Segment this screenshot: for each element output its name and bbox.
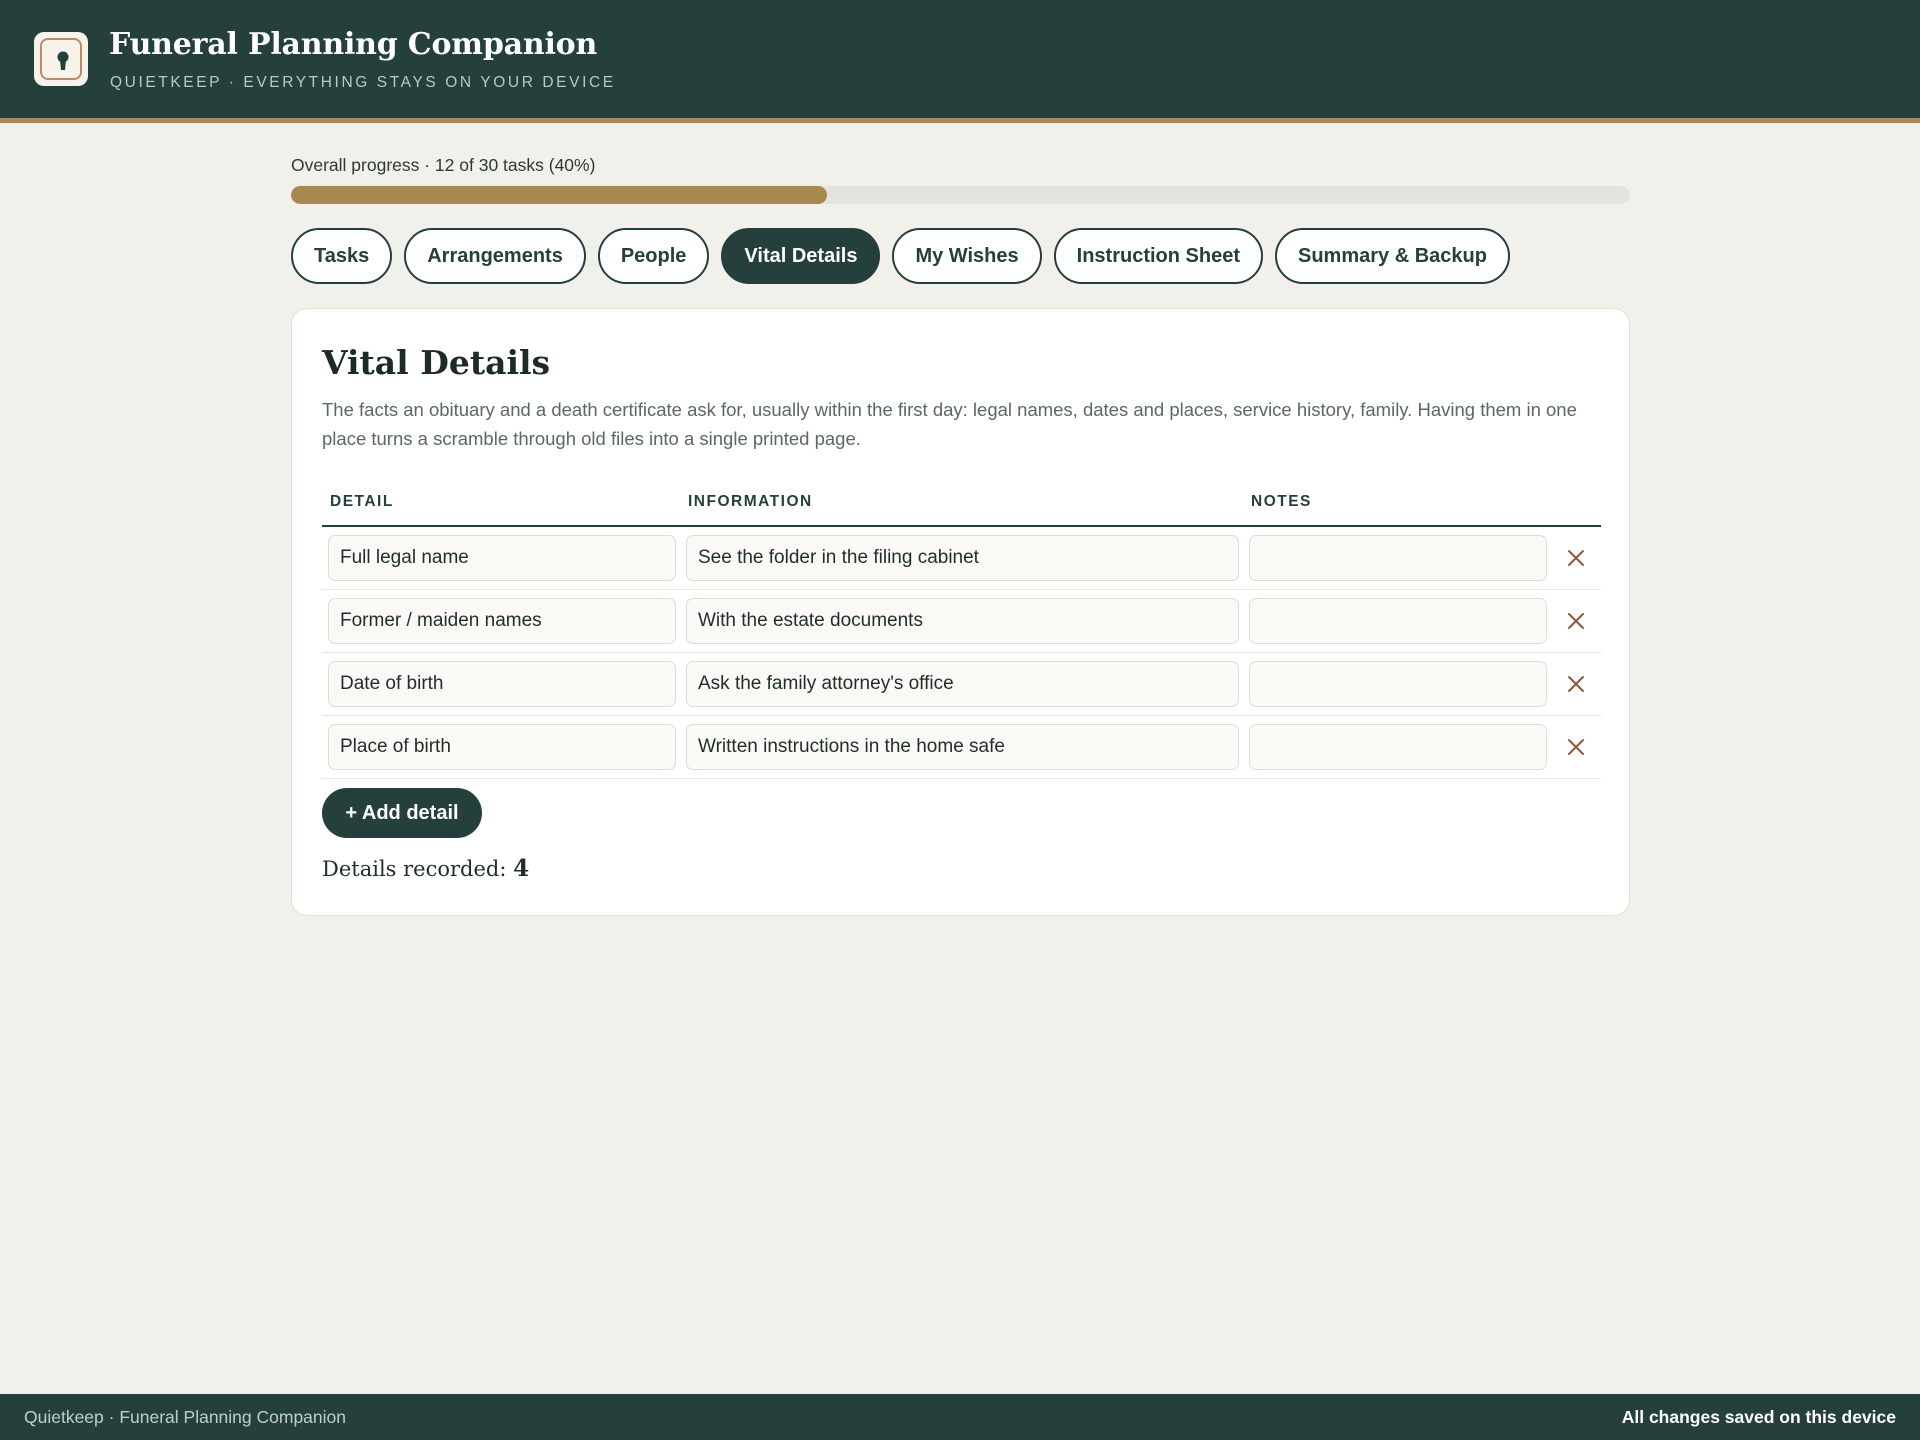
table-row: Former / maiden names With the estate do… [322,590,1601,653]
app-subtitle: QUIETKEEP · EVERYTHING STAYS ON YOUR DEV… [110,74,616,91]
details-count: Details recorded: 4 [322,855,529,882]
tab-people[interactable]: People [597,228,710,284]
information-input[interactable]: With the estate documents [686,598,1239,644]
table-header: DETAIL INFORMATION NOTES [322,477,1601,527]
keyhole-icon [57,51,69,70]
column-header-notes: NOTES [1251,493,1312,510]
close-icon[interactable] [1557,539,1595,577]
tab-instruction-sheet[interactable]: Instruction Sheet [1053,228,1263,284]
section-tabs: Tasks Arrangements People Vital Details … [291,228,1510,284]
information-input[interactable]: Written instructions in the home safe [686,724,1239,770]
detail-input[interactable]: Date of birth [328,661,676,707]
add-detail-button[interactable]: + Add detail [322,788,482,838]
close-icon[interactable] [1557,665,1595,703]
information-input[interactable]: Ask the family attorney's office [686,661,1239,707]
tab-vital-details[interactable]: Vital Details [721,228,881,284]
tab-my-wishes[interactable]: My Wishes [892,228,1042,284]
tab-arrangements[interactable]: Arrangements [404,228,586,284]
app-logo [34,32,88,86]
notes-input[interactable] [1249,661,1547,707]
progress-label: Overall progress · 12 of 30 tasks (40%) [291,155,596,175]
tab-tasks[interactable]: Tasks [291,228,393,284]
table-row: Place of birth Written instructions in t… [322,716,1601,779]
footer-app-name: Quietkeep · Funeral Planning Companion [24,1407,346,1427]
close-icon[interactable] [1557,728,1595,766]
notes-input[interactable] [1249,535,1547,581]
progress-bar-fill [291,186,827,204]
notes-input[interactable] [1249,724,1547,770]
app-header: Funeral Planning Companion QUIETKEEP · E… [0,0,1920,123]
table-row: Full legal name See the folder in the fi… [322,527,1601,590]
tab-summary-backup[interactable]: Summary & Backup [1275,228,1510,284]
section-description: The facts an obituary and a death certif… [322,399,1577,449]
progress-bar [291,186,1630,204]
close-icon[interactable] [1557,602,1595,640]
notes-input[interactable] [1249,598,1547,644]
detail-input[interactable]: Full legal name [328,535,676,581]
vital-details-card: Vital Details The facts an obituary and … [291,308,1630,916]
detail-input[interactable]: Place of birth [328,724,676,770]
app-title: Funeral Planning Companion [109,27,598,62]
table-row: Date of birth Ask the family attorney's … [322,653,1601,716]
details-count-label: Details recorded: [322,857,507,881]
app-footer: Quietkeep · Funeral Planning Companion A… [0,1394,1920,1440]
save-status: All changes saved on this device [1621,1407,1896,1427]
column-header-information: INFORMATION [688,493,813,510]
details-count-value: 4 [513,855,530,882]
column-header-detail: DETAIL [330,493,394,510]
details-table: DETAIL INFORMATION NOTES Full legal name… [322,477,1601,779]
detail-input[interactable]: Former / maiden names [328,598,676,644]
information-input[interactable]: See the folder in the filing cabinet [686,535,1239,581]
section-title: Vital Details [322,343,551,382]
